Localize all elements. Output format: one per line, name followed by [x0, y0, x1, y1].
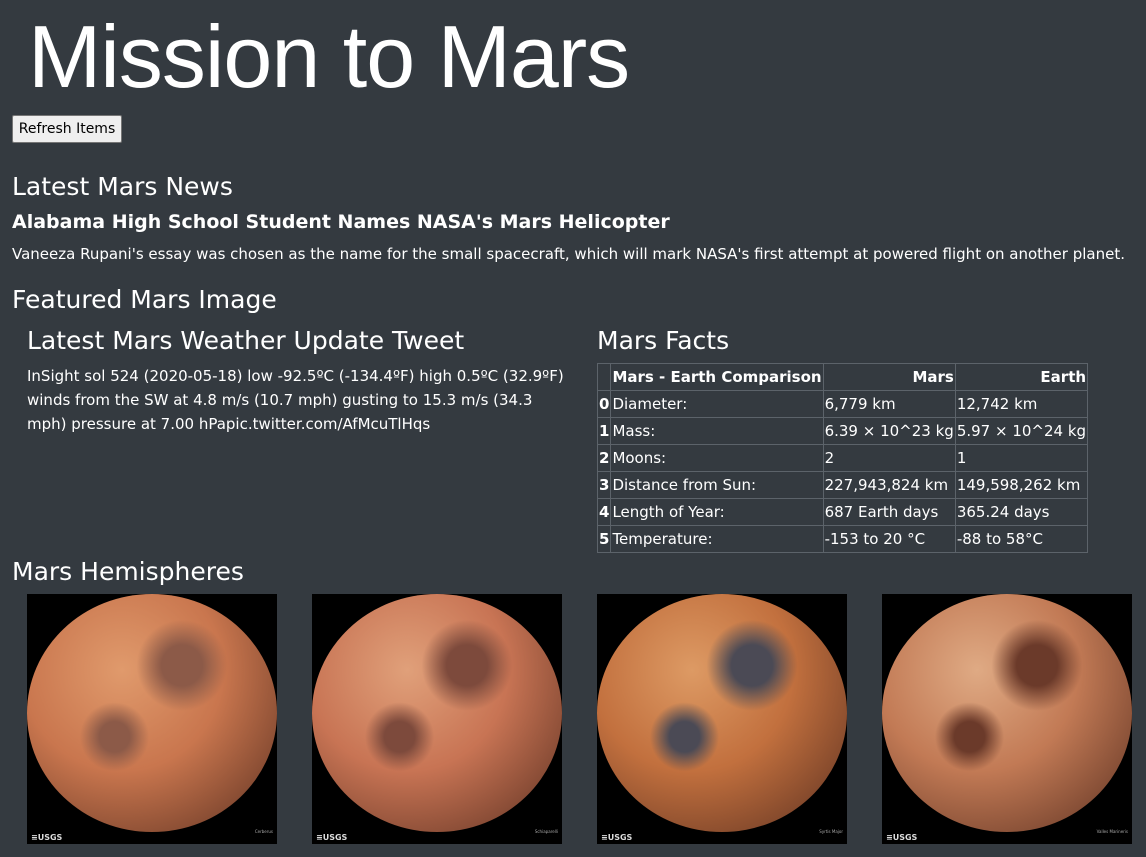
row-earth-value: 365.24 days — [954, 498, 1089, 526]
row-earth-value: -88 to 58°C — [954, 525, 1089, 553]
hemisphere-image-schiaparelli: ≡USGS Schiaparelli — [312, 594, 562, 844]
news-paragraph: Vaneeza Rupani's essay was chosen as the… — [12, 245, 1125, 263]
mars-globe-icon — [882, 594, 1132, 832]
row-mars-value: 227,943,824 km — [822, 471, 956, 499]
row-earth-value: 5.97 × 10^24 kg — [954, 417, 1089, 445]
news-title: Alabama High School Student Names NASA's… — [12, 211, 670, 233]
usgs-logo: ≡USGS — [601, 833, 633, 842]
facts-header-mars: Mars — [822, 363, 956, 391]
row-index: 0 — [596, 390, 612, 418]
hemisphere-caption: Valles Marineris — [1096, 829, 1128, 834]
row-index: 1 — [596, 417, 612, 445]
mars-globe-icon — [312, 594, 562, 832]
hemisphere-image-syrtis-major: ≡USGS Syrtis Major — [597, 594, 847, 844]
facts-header-index — [596, 363, 612, 391]
facts-header-comparison: Mars - Earth Comparison — [610, 363, 824, 391]
row-index: 4 — [596, 498, 612, 526]
row-label: Diameter: — [610, 390, 824, 418]
hemisphere-image-valles-marineris: ≡USGS Valles Marineris — [882, 594, 1132, 844]
row-mars-value: 2 — [822, 444, 956, 472]
row-label: Mass: — [610, 417, 824, 445]
row-label: Temperature: — [610, 525, 824, 553]
facts-table: Mars - Earth Comparison Mars Earth 0 Dia… — [596, 363, 1089, 553]
page-title: Mission to Mars — [28, 7, 630, 106]
refresh-button[interactable]: Refresh Items — [12, 115, 122, 143]
weather-heading: Latest Mars Weather Update Tweet — [27, 326, 465, 355]
row-mars-value: 6,779 km — [822, 390, 956, 418]
hemisphere-image-cerberus: ≡USGS Cerberus — [27, 594, 277, 844]
facts-heading: Mars Facts — [597, 326, 730, 355]
usgs-logo: ≡USGS — [316, 833, 348, 842]
weather-tweet: InSight sol 524 (2020-05-18) low -92.5ºC… — [27, 367, 564, 433]
row-earth-value: 1 — [954, 444, 1089, 472]
facts-header-row: Mars - Earth Comparison Mars Earth — [596, 363, 1089, 391]
news-heading: Latest Mars News — [12, 172, 233, 201]
row-index: 5 — [596, 525, 612, 553]
featured-image-heading: Featured Mars Image — [12, 285, 277, 314]
table-row: 2 Moons: 2 1 — [596, 444, 1089, 472]
row-index: 2 — [596, 444, 612, 472]
row-label: Distance from Sun: — [610, 471, 824, 499]
usgs-logo: ≡USGS — [31, 833, 63, 842]
table-row: 3 Distance from Sun: 227,943,824 km 149,… — [596, 471, 1089, 499]
table-row: 1 Mass: 6.39 × 10^23 kg 5.97 × 10^24 kg — [596, 417, 1089, 445]
table-row: 0 Diameter: 6,779 km 12,742 km — [596, 390, 1089, 418]
facts-header-earth: Earth — [954, 363, 1089, 391]
hemisphere-caption: Cerberus — [254, 829, 273, 834]
hemispheres-heading: Mars Hemispheres — [12, 557, 244, 586]
hemisphere-caption: Syrtis Major — [819, 829, 843, 834]
row-mars-value: 687 Earth days — [822, 498, 956, 526]
row-label: Length of Year: — [610, 498, 824, 526]
row-label: Moons: — [610, 444, 824, 472]
mars-globe-icon — [27, 594, 277, 832]
row-mars-value: 6.39 × 10^23 kg — [822, 417, 956, 445]
table-row: 4 Length of Year: 687 Earth days 365.24 … — [596, 498, 1089, 526]
row-earth-value: 12,742 km — [954, 390, 1089, 418]
hemisphere-caption: Schiaparelli — [534, 829, 558, 834]
row-mars-value: -153 to 20 °C — [822, 525, 956, 553]
row-earth-value: 149,598,262 km — [954, 471, 1089, 499]
row-index: 3 — [596, 471, 612, 499]
usgs-logo: ≡USGS — [886, 833, 918, 842]
mars-globe-icon — [597, 594, 847, 832]
table-row: 5 Temperature: -153 to 20 °C -88 to 58°C — [596, 525, 1089, 553]
